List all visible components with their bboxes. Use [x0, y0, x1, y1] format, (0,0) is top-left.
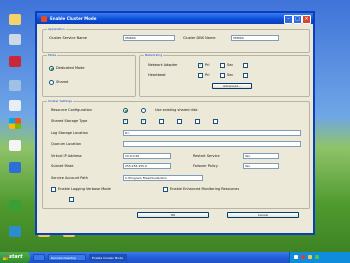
- virtual-ip-input[interactable]: 10.0.0.50: [123, 153, 171, 159]
- networking-group: Networking Network Adapter Pri Sec Heart…: [139, 53, 310, 97]
- virtual-ip-label: Virtual IP Address: [51, 154, 82, 158]
- verbose-logging-checkbox[interactable]: [51, 187, 56, 192]
- verbose-logging-label: Enable Logging Verbose Mode: [58, 187, 111, 191]
- application-group-title: Application: [47, 27, 66, 31]
- adapter-secondary-label: Sec: [227, 63, 234, 67]
- mode-group: Mode Dedicated Mode Shared: [42, 53, 136, 97]
- desktop-icon-notepad[interactable]: [2, 140, 28, 151]
- tray-status-icon[interactable]: [315, 255, 319, 259]
- dedicated-mode-label: Dedicated Mode: [56, 66, 85, 70]
- log-storage-input[interactable]: D:\: [123, 130, 301, 136]
- log-storage-label: Log Storage Location: [51, 131, 88, 135]
- storage-type-check-3[interactable]: [159, 119, 164, 124]
- cluster-dialog: Enable Cluster Mode – □ × Application Cl…: [35, 11, 315, 235]
- desktop-icon-folder-a[interactable]: [2, 226, 28, 237]
- shared-mode-label: Shared: [56, 80, 69, 84]
- cancel-button[interactable]: Cancel: [227, 212, 299, 218]
- service-name-input[interactable]: VMDKS: [123, 35, 175, 41]
- desktop-icon-explorer[interactable]: [2, 162, 28, 173]
- resource-config-radio-b[interactable]: [141, 108, 146, 113]
- subnet-mask-input[interactable]: 255.255.255.0: [123, 163, 171, 169]
- heartbeat-primary-label: Pri: [205, 73, 210, 77]
- system-tray: [289, 252, 350, 263]
- maximize-icon[interactable]: □: [293, 15, 302, 24]
- networking-group-title: Networking: [144, 53, 164, 57]
- desktop-icon-my-documents[interactable]: [2, 14, 28, 25]
- desktop-icon-network[interactable]: [2, 80, 28, 91]
- title-bar[interactable]: Enable Cluster Mode – □ ×: [37, 13, 313, 24]
- taskbar: start Remote Desktop Enable Cluster Mode: [0, 252, 350, 263]
- app-icon: [41, 15, 47, 22]
- start-button[interactable]: start: [0, 252, 30, 263]
- desktop-icon-windows[interactable]: [2, 118, 28, 129]
- taskbar-quicklaunch[interactable]: [33, 254, 45, 261]
- service-account-path-label: Service Account Path: [51, 176, 88, 180]
- tray-network-icon[interactable]: [294, 255, 298, 259]
- enhanced-monitoring-label: Enable Enhanced Monitoring Resources: [170, 187, 240, 191]
- desktop-icon-my-computer[interactable]: [2, 34, 28, 45]
- advanced-button[interactable]: Advanced...: [212, 83, 252, 89]
- taskbar-item-remote-desktop[interactable]: Remote Desktop: [48, 254, 86, 261]
- quorum-location-input[interactable]: [123, 141, 301, 147]
- minimize-icon[interactable]: –: [284, 15, 293, 24]
- enhanced-monitoring-checkbox[interactable]: [163, 187, 168, 192]
- shared-storage-type-label: Shared Storage Type: [51, 119, 88, 123]
- window-title: Enable Cluster Mode: [50, 16, 97, 21]
- restart-service-input[interactable]: Yes: [243, 153, 279, 159]
- tray-shield-icon[interactable]: [301, 255, 305, 259]
- resource-config-radio-a[interactable]: [123, 108, 128, 113]
- restart-service-label: Restart Service: [193, 154, 220, 158]
- resource-configuration-value: Use existing shared disk: [155, 108, 198, 112]
- failover-policy-input[interactable]: Yes: [243, 163, 279, 169]
- heartbeat-label: Heartbeat: [148, 73, 166, 77]
- storage-type-check-2[interactable]: [141, 118, 146, 124]
- storage-type-check-5[interactable]: [195, 119, 200, 124]
- tray-volume-icon[interactable]: [308, 255, 312, 259]
- taskbar-item-cluster-dialog[interactable]: Enable Cluster Mode: [89, 254, 127, 261]
- mode-group-title: Mode: [47, 53, 58, 57]
- heartbeat-secondary-label: Sec: [227, 73, 234, 77]
- application-group: Application Cluster Service Name VMDKS C…: [42, 27, 310, 53]
- windows-flag-icon: [3, 255, 8, 260]
- heartbeat-secondary-checkbox[interactable]: [220, 73, 225, 78]
- cluster-settings-group: Cluster Settings Resource Configuration …: [42, 99, 310, 209]
- desktop-icon-app-green[interactable]: [2, 200, 28, 211]
- close-icon[interactable]: ×: [302, 15, 311, 24]
- start-label: start: [9, 254, 23, 260]
- adapter-secondary-checkbox[interactable]: [220, 63, 225, 68]
- extra-option-checkbox[interactable]: [69, 197, 74, 202]
- adapter-other-checkbox[interactable]: [243, 63, 248, 68]
- resource-configuration-label: Resource Configuration: [51, 108, 92, 112]
- heartbeat-other-checkbox[interactable]: [243, 73, 248, 78]
- heartbeat-primary-checkbox[interactable]: [198, 73, 203, 78]
- cluster-settings-title: Cluster Settings: [47, 99, 73, 103]
- dns-name-label: Cluster DNS Name: [183, 36, 216, 40]
- network-adapter-label: Network Adapter: [148, 63, 178, 67]
- failover-policy-label: Failover Policy: [193, 164, 218, 168]
- shared-mode-radio[interactable]: [49, 80, 54, 85]
- ok-button[interactable]: OK: [137, 212, 209, 218]
- desktop-icon-recycle-bin[interactable]: [2, 100, 28, 111]
- quorum-location-label: Quorum Location: [51, 142, 82, 146]
- storage-type-check-1[interactable]: [123, 118, 128, 124]
- service-account-path-input[interactable]: C:\Program Files\Cluster\bin: [123, 175, 203, 181]
- service-name-label: Cluster Service Name: [49, 36, 87, 40]
- subnet-mask-label: Subnet Mask: [51, 164, 74, 168]
- adapter-primary-label: Pri: [205, 63, 210, 67]
- storage-type-check-4[interactable]: [177, 119, 182, 124]
- dns-name-input[interactable]: VMDKS: [231, 35, 279, 41]
- storage-type-check-6[interactable]: [213, 119, 218, 124]
- dedicated-mode-radio[interactable]: [49, 66, 54, 71]
- adapter-primary-checkbox[interactable]: [198, 62, 203, 68]
- desktop-icon-app-red[interactable]: [2, 56, 28, 67]
